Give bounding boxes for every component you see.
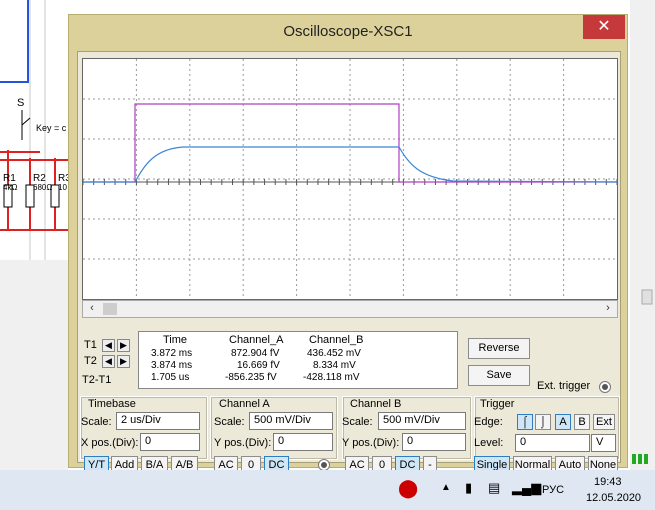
- close-button[interactable]: ✕: [583, 15, 625, 39]
- scope-grid: [82, 59, 618, 299]
- scroll-right-icon[interactable]: ›: [601, 302, 615, 314]
- timebase-title: Timebase: [86, 398, 138, 410]
- row2-a: 16.669 fV: [237, 360, 280, 371]
- window-title: Oscilloscope-XSC1: [283, 23, 413, 40]
- r2-value: 680Ω: [33, 183, 53, 192]
- row1-a: 872.904 fV: [231, 348, 280, 359]
- ext-trigger-label: Ext. trigger: [537, 380, 591, 392]
- timebase-scale-field[interactable]: 2 us/Div: [116, 412, 200, 430]
- channel-b-scale-label: Scale:: [342, 416, 373, 428]
- tray-app-icon[interactable]: ▮: [465, 480, 472, 496]
- t2-left-icon[interactable]: ◀: [102, 355, 115, 368]
- key-label: Key = c: [36, 123, 67, 133]
- timebase-scale-label: Scale:: [81, 416, 112, 428]
- r3-value: 10: [58, 183, 67, 192]
- channel-a-scale-field[interactable]: 500 mV/Div: [249, 412, 333, 430]
- xpos-field[interactable]: 0: [140, 433, 200, 451]
- row3-b: -428.118 mV: [303, 372, 360, 383]
- title-bar[interactable]: Oscilloscope-XSC1 ✕: [69, 15, 627, 49]
- channel-a-scale-label: Scale:: [214, 416, 245, 428]
- reverse-button[interactable]: Reverse: [468, 338, 530, 359]
- clock-time[interactable]: 19:43: [594, 476, 622, 488]
- t2t1-label: T2-T1: [82, 374, 112, 386]
- row2-time: 3.874 ms: [151, 360, 193, 371]
- col-channel-a: Channel_A: [229, 334, 284, 346]
- oscilloscope-body: ‹ › T1 ◀ ▶ T2 ◀ ▶ T2-T1 Time Channel_A C…: [77, 51, 621, 474]
- trigger-a-button[interactable]: A: [555, 414, 571, 430]
- row2-b: 8.334 mV: [313, 360, 356, 371]
- row3-time: 1.705 us: [151, 372, 190, 383]
- signal-icon[interactable]: ▂▄▆: [512, 480, 541, 496]
- taskbar: ⬤ ▲ ▮ ▤ ▂▄▆ РУС 19:43 12.05.2020: [0, 470, 655, 510]
- trigger-level-field[interactable]: 0: [515, 434, 590, 452]
- network-icon[interactable]: ▤: [488, 480, 500, 496]
- r1-value: 4kΩ: [3, 183, 18, 192]
- ext-trigger-terminal[interactable]: [599, 381, 611, 393]
- channel-a-title: Channel A: [217, 398, 272, 410]
- trigger-level-label: Level:: [474, 437, 504, 449]
- save-button[interactable]: Save: [468, 365, 530, 386]
- row1-b: 436.452 mV: [307, 348, 361, 359]
- t2-right-icon[interactable]: ▶: [117, 355, 130, 368]
- channel-b-title: Channel B: [348, 398, 404, 410]
- xpos-label: X pos.(Div):: [81, 437, 139, 449]
- falling-edge-icon[interactable]: ⌡: [535, 414, 551, 430]
- t1-left-icon[interactable]: ◀: [102, 339, 115, 352]
- channel-b-ypos-field[interactable]: 0: [402, 433, 466, 451]
- show-hidden-icons-icon[interactable]: ▲: [441, 482, 451, 493]
- channel-a-ypos-field[interactable]: 0: [273, 433, 333, 451]
- col-time: Time: [163, 334, 188, 346]
- scroll-thumb[interactable]: [103, 303, 117, 315]
- horizontal-scrollbar[interactable]: ‹ ›: [82, 300, 618, 318]
- trigger-level-unit[interactable]: V: [591, 434, 616, 452]
- scope-display[interactable]: [82, 58, 618, 300]
- language-indicator[interactable]: РУС: [542, 484, 564, 496]
- channel-b-scale-field[interactable]: 500 mV/Div: [378, 412, 466, 430]
- clock-date[interactable]: 12.05.2020: [586, 492, 641, 504]
- scroll-left-icon[interactable]: ‹: [85, 302, 99, 314]
- trigger-ext-button[interactable]: Ext: [593, 414, 615, 430]
- row1-time: 3.872 ms: [151, 348, 193, 359]
- notification-icon[interactable]: ⬤: [398, 478, 418, 499]
- measurement-table: Time Channel_A Channel_B 3.872 ms 872.90…: [138, 331, 458, 389]
- oscilloscope-window: Oscilloscope-XSC1 ✕ ‹ › T1 ◀ ▶ T2 ◀ ▶ T2…: [68, 14, 628, 474]
- t2-label: T2: [84, 355, 97, 367]
- trigger-edge-label: Edge:: [474, 416, 503, 428]
- t1-right-icon[interactable]: ▶: [117, 339, 130, 352]
- trigger-b-button[interactable]: B: [574, 414, 590, 430]
- t1-label: T1: [84, 339, 97, 351]
- trigger-title: Trigger: [478, 398, 517, 410]
- row3-a: -856.235 fV: [225, 372, 277, 383]
- rising-edge-icon[interactable]: ⌠: [517, 414, 533, 430]
- switch-label: S: [17, 97, 25, 109]
- col-channel-b: Channel_B: [309, 334, 364, 346]
- scope-screen: [82, 59, 618, 299]
- channel-b-ypos-label: Y pos.(Div):: [342, 437, 400, 449]
- channel-a-ypos-label: Y pos.(Div):: [214, 437, 272, 449]
